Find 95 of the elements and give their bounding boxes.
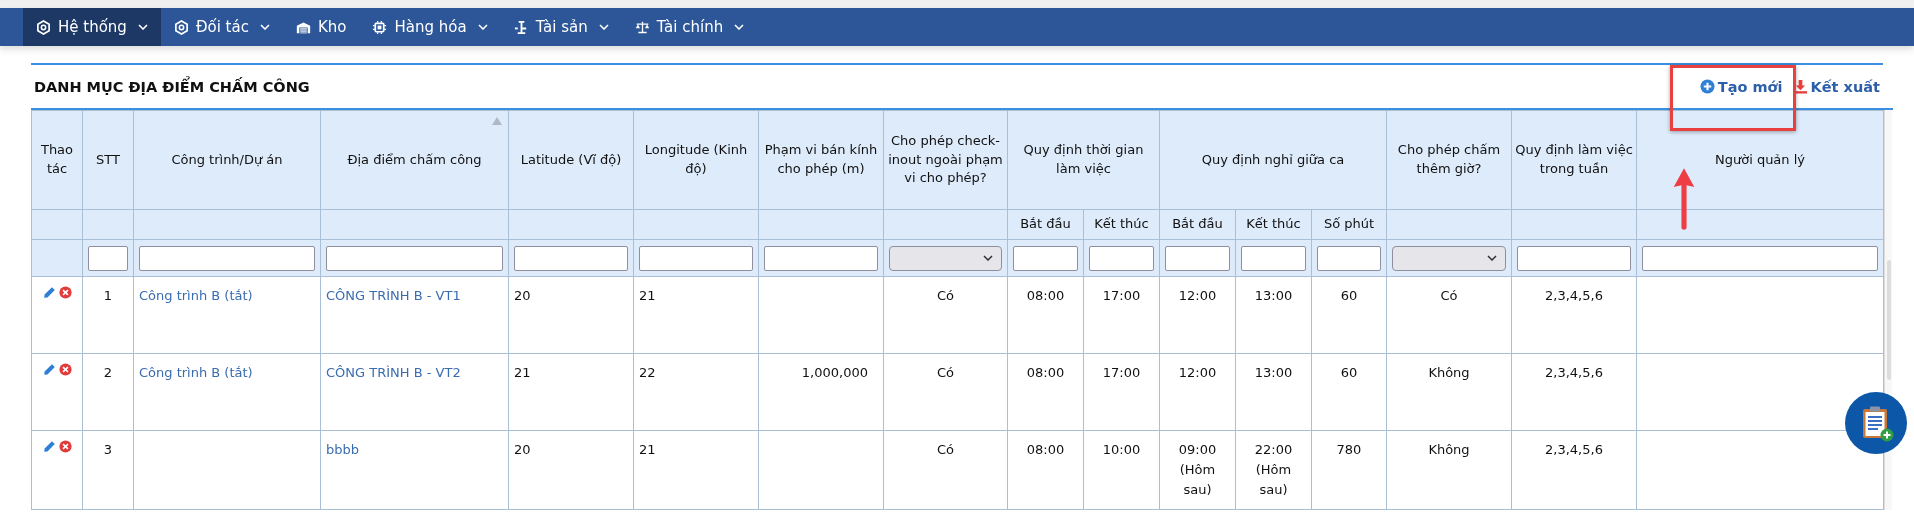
table-cell-text: 780	[1336, 442, 1362, 457]
table-link[interactable]: CÔNG TRÌNH B - VT2	[326, 365, 461, 380]
table-cell-text: 13:00	[1254, 365, 1293, 380]
chevron-down-icon	[1487, 255, 1497, 261]
table-cell-text: Không	[1428, 442, 1470, 457]
pencil-icon[interactable]	[42, 286, 56, 299]
scale-icon	[634, 19, 650, 35]
table-cell-text: 20	[514, 288, 531, 303]
nav-menu-item[interactable]: Tài chính	[621, 8, 758, 46]
delete-icon[interactable]	[58, 286, 72, 299]
filter-field[interactable]	[139, 245, 315, 271]
table-cell-text: 60	[1340, 365, 1358, 380]
column-header: Quy định nghỉ giữa ca	[1159, 110, 1387, 210]
column-subheader: Kết thúc	[1083, 209, 1160, 240]
table-cell-text: 12:00	[1178, 288, 1217, 303]
table-cell-text: 17:00	[1102, 365, 1141, 380]
chevron-down-icon	[983, 255, 993, 261]
column-header: STT	[82, 110, 134, 210]
table-cell-text: Có	[937, 365, 954, 380]
page-title: DANH MỤC ĐỊA ĐIỂM CHẤM CÔNG	[34, 78, 310, 95]
table-cell-text: 21	[514, 365, 531, 380]
create-new-link[interactable]: Tạo mới	[1699, 78, 1783, 95]
filter-dropdown[interactable]	[1392, 245, 1506, 271]
table-cell-text: 60	[1340, 288, 1358, 303]
filter-field[interactable]	[1089, 245, 1154, 271]
column-header: Thao tác	[31, 110, 83, 210]
hexagon-icon	[36, 19, 51, 35]
table-cell-text: 21	[639, 442, 656, 457]
nav-menu-item[interactable]: Hàng hóa	[359, 8, 501, 46]
table-cell-text: 22:00 (Hôm sau)	[1254, 442, 1293, 498]
table-cell-text: 17:00	[1102, 288, 1141, 303]
table-cell-text: Không	[1428, 365, 1470, 380]
export-link[interactable]: Kết xuất	[1792, 78, 1880, 95]
column-subheader: Bắt đầu	[1007, 209, 1084, 240]
filter-field[interactable]	[1013, 245, 1078, 271]
column-header: Quy định làm việc trong tuần	[1511, 110, 1637, 210]
table-cell-text: 10:00	[1102, 442, 1141, 457]
filter-field[interactable]	[1642, 245, 1878, 271]
filter-field[interactable]	[1165, 245, 1230, 271]
column-subheader: Kết thúc	[1235, 209, 1312, 240]
table-cell-text: 08:00	[1026, 365, 1065, 380]
table-link[interactable]: bbbb	[326, 442, 359, 457]
pencil-icon[interactable]	[42, 440, 56, 453]
table-cell-text: Có	[1440, 288, 1458, 303]
filter-field[interactable]	[764, 245, 878, 271]
table-cell-text: 2	[103, 365, 113, 380]
column-header: Cho phép check-inout ngoài phạm vi cho phép?	[883, 110, 1008, 210]
nav-menu-item[interactable]: Đối tác	[160, 8, 283, 46]
table-cell-text: 08:00	[1026, 442, 1065, 457]
delete-icon[interactable]	[58, 440, 72, 453]
column-header: Phạm vi bán kính cho phép (m)	[758, 110, 884, 210]
filter-field[interactable]	[1241, 245, 1306, 271]
column-header: Quy định thời gian làm việc	[1007, 110, 1160, 210]
nav-menu-item[interactable]: Tài sản	[500, 8, 622, 46]
hexagon-icon	[173, 19, 189, 35]
table-cell-text: 2,3,4,5,6	[1545, 288, 1603, 303]
table-cell-text: 13:00	[1254, 288, 1293, 303]
column-header: Latitude (Vĩ độ)	[508, 110, 634, 210]
table-cell-text: Có	[937, 288, 954, 303]
table-cell-text: Có	[937, 442, 954, 457]
column-subheader: Số phút	[1311, 209, 1387, 240]
table-cell-text: 21	[639, 288, 656, 303]
filter-field[interactable]	[639, 245, 753, 271]
table-cell-text: 20	[514, 442, 531, 457]
table-cell-text: 09:00 (Hôm sau)	[1178, 442, 1217, 498]
table-cell-text: 08:00	[1026, 288, 1065, 303]
column-header: Cho phép chấm thêm giờ?	[1386, 110, 1512, 210]
table-cell-text: 22	[639, 365, 656, 380]
filter-field[interactable]	[514, 245, 628, 271]
column-subheader: Bắt đầu	[1159, 209, 1236, 240]
table-cell-text: 1,000,000	[801, 365, 868, 380]
plus-circle-icon	[1699, 79, 1715, 94]
column-header: Công trình/Dự án	[133, 110, 321, 210]
table-link[interactable]: Công trình B (tắt)	[139, 365, 253, 380]
filter-dropdown[interactable]	[889, 245, 1002, 271]
table-cell-text: 2,3,4,5,6	[1545, 365, 1603, 380]
column-header: Người quản lý	[1636, 110, 1884, 210]
table-cell-text: 2,3,4,5,6	[1545, 442, 1603, 457]
machine-icon	[513, 19, 529, 35]
column-header: Địa điểm chấm công	[320, 110, 509, 210]
chip-icon	[372, 19, 388, 35]
filter-field[interactable]	[88, 245, 128, 271]
table-cell-text: 3	[103, 442, 113, 457]
filter-field[interactable]	[1317, 245, 1381, 271]
filter-field[interactable]	[1517, 245, 1631, 271]
table-cell-text: 12:00	[1178, 365, 1217, 380]
table-link[interactable]: CÔNG TRÌNH B - VT1	[326, 288, 461, 303]
filter-field[interactable]	[326, 245, 503, 271]
nav-menu-item[interactable]: Hệ thống	[23, 8, 161, 46]
pencil-icon[interactable]	[42, 363, 56, 376]
delete-icon[interactable]	[58, 363, 72, 376]
table-cell-text: 1	[103, 288, 113, 303]
table-link[interactable]: Công trình B (tắt)	[139, 288, 253, 303]
nav-menu-item[interactable]: Kho	[282, 8, 360, 46]
column-header: Longitude (Kinh độ)	[633, 110, 759, 210]
